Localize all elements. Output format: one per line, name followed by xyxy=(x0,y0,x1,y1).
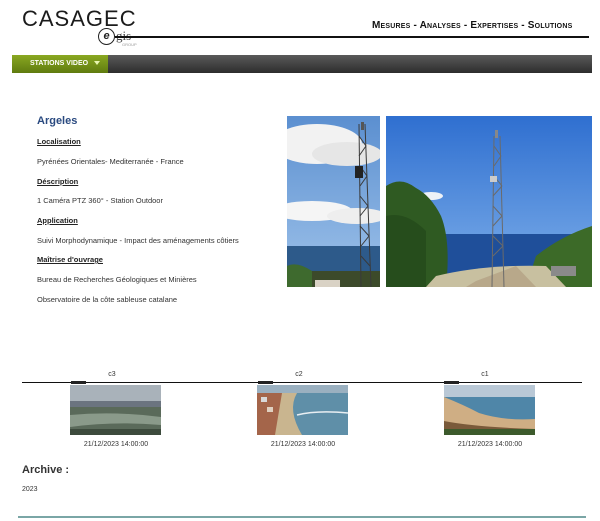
camera-thumbnail-c3[interactable] xyxy=(70,385,161,435)
application-value: Suivi Morphodynamique - Impact des aména… xyxy=(37,236,239,245)
footer-divider xyxy=(18,516,586,518)
maitrise-value-1: Bureau de Recherches Géologiques et Mini… xyxy=(37,275,197,284)
camera-thumbnail-c1[interactable] xyxy=(444,385,535,435)
maitrise-value-2: Observatoire de la côte sableuse catalan… xyxy=(37,295,178,304)
station-photo-tower-sea xyxy=(386,116,592,287)
stations-video-label: STATIONS VIDEO xyxy=(30,60,89,67)
camera-tab-c2 xyxy=(258,381,273,384)
camera-label-c1: c1 xyxy=(481,371,489,378)
application-heading: Application xyxy=(37,216,78,225)
header-divider xyxy=(115,36,589,38)
archive-year-link[interactable]: 2023 xyxy=(22,486,38,493)
camera-tab-c3 xyxy=(71,381,86,384)
station-title: Argeles xyxy=(37,115,78,127)
camera-timestamp-c3: 21/12/2023 14:00:00 xyxy=(83,441,149,448)
localisation-value: Pyrénées Orientales- Mediterranée - Fran… xyxy=(37,157,184,166)
camera-label-c2: c2 xyxy=(295,371,303,378)
stations-video-menu[interactable]: STATIONS VIDEO xyxy=(12,55,108,73)
description-heading: Déscription xyxy=(37,177,79,186)
camera-thumbnail-c2[interactable] xyxy=(257,385,348,435)
archive-heading: Archive : xyxy=(22,464,70,476)
station-photo-tower-closeup xyxy=(287,116,380,287)
localisation-heading: Localisation xyxy=(37,137,81,146)
egis-logo-icon: e xyxy=(98,28,115,45)
cameras-divider xyxy=(22,382,582,383)
camera-tab-c1 xyxy=(444,381,459,384)
description-value: 1 Caméra PTZ 360° - Station Outdoor xyxy=(37,196,163,205)
camera-timestamp-c1: 21/12/2023 14:00:00 xyxy=(457,441,523,448)
dropdown-caret-icon xyxy=(94,61,101,66)
camera-timestamp-c2: 21/12/2023 14:00:00 xyxy=(270,441,336,448)
egis-group-text: GROUP xyxy=(122,42,137,47)
camera-label-c3: c3 xyxy=(108,371,116,378)
tagline: Mesures - Analyses - Expertises - Soluti… xyxy=(372,20,573,31)
maitrise-heading: Maîtrise d'ouvrage xyxy=(37,255,103,264)
